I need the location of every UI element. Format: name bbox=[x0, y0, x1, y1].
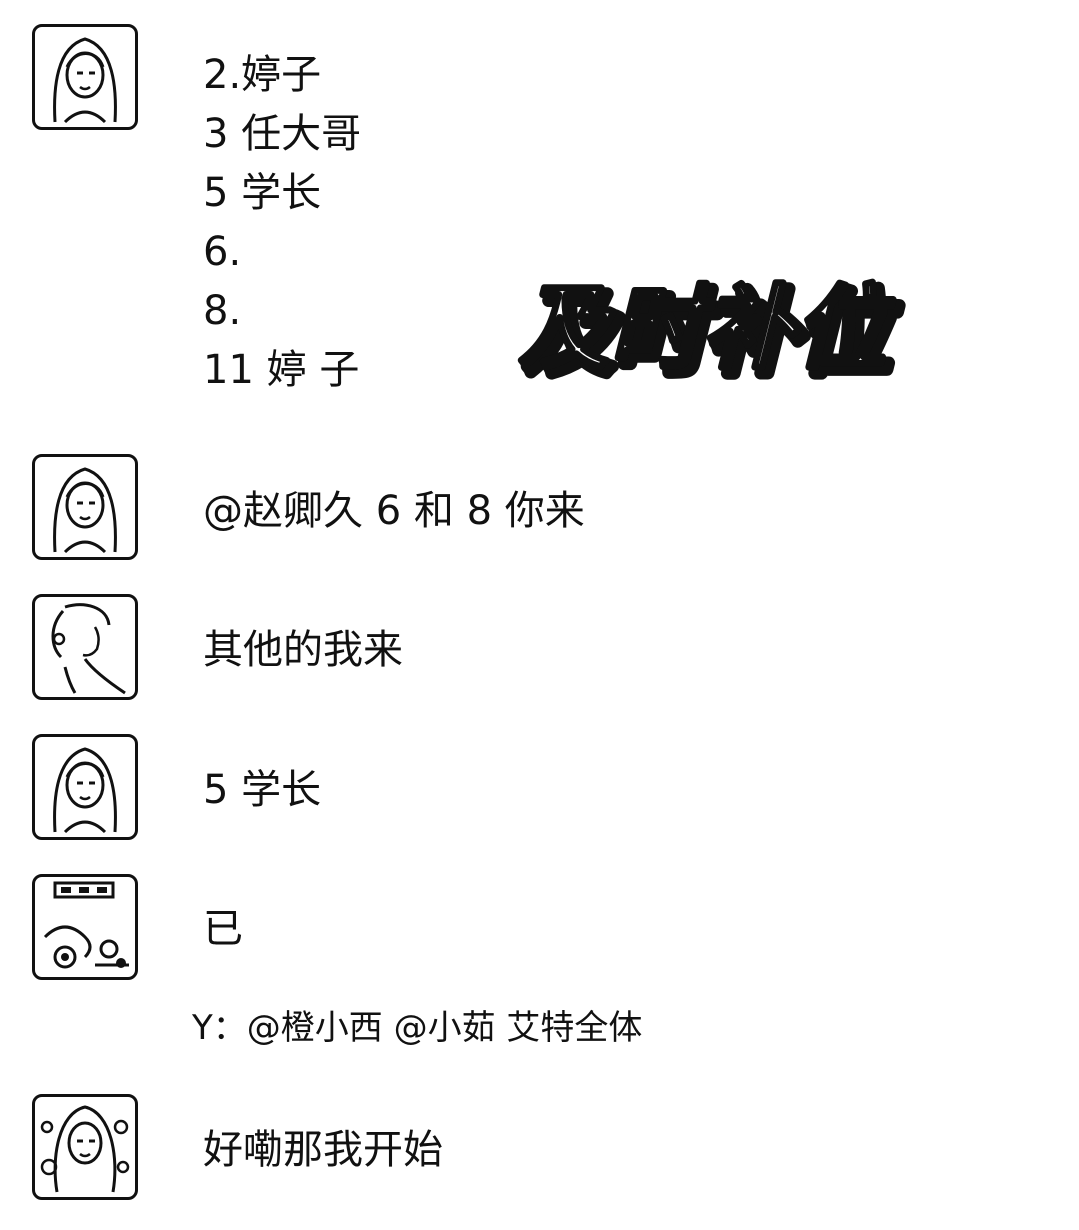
message-text: 5 学长 bbox=[203, 767, 322, 813]
message-text: 其他的我来 bbox=[203, 627, 403, 673]
message-text: 好嘞那我开始 bbox=[203, 1127, 443, 1173]
message-text: 已 bbox=[203, 906, 243, 952]
woman-flowers-icon bbox=[40, 1105, 130, 1193]
message-line: 2.婷子 bbox=[203, 52, 322, 98]
cartoon-scene-icon bbox=[43, 881, 129, 969]
message-text: @赵卿久 6 和 8 你来 bbox=[203, 488, 585, 534]
sender-avatar-cartoon-scene[interactable] bbox=[32, 874, 138, 980]
woman-long-hair-icon bbox=[53, 747, 117, 834]
sender-avatar-woman-flowers[interactable] bbox=[32, 1094, 138, 1200]
woman-long-hair-icon bbox=[53, 467, 117, 554]
sender-avatar-woman-long-hair[interactable] bbox=[32, 24, 138, 130]
sticker-text: 及时补位 bbox=[518, 275, 896, 382]
message-line: 8. bbox=[203, 288, 242, 334]
message-text: 2.婷子 3 任大哥 5 学长 6. 8. 11 婷 子 bbox=[203, 46, 361, 400]
message-line: 11 婷 子 bbox=[203, 347, 360, 393]
message-line: 5 学长 bbox=[203, 170, 322, 216]
message-line: 6. bbox=[203, 229, 242, 275]
sender-avatar-woman-long-hair[interactable] bbox=[32, 454, 138, 560]
sticker-overlay: 及时补位 及时补位 bbox=[516, 268, 907, 393]
sender-avatar-woman-long-hair[interactable] bbox=[32, 734, 138, 840]
woman-profile-icon bbox=[51, 603, 126, 695]
woman-long-hair-icon bbox=[53, 37, 117, 124]
sender-avatar-woman-profile[interactable] bbox=[32, 594, 138, 700]
message-line: 3 任大哥 bbox=[203, 111, 362, 157]
system-notice: Y：@橙小西 @小茹 艾特全体 bbox=[192, 1008, 643, 1048]
